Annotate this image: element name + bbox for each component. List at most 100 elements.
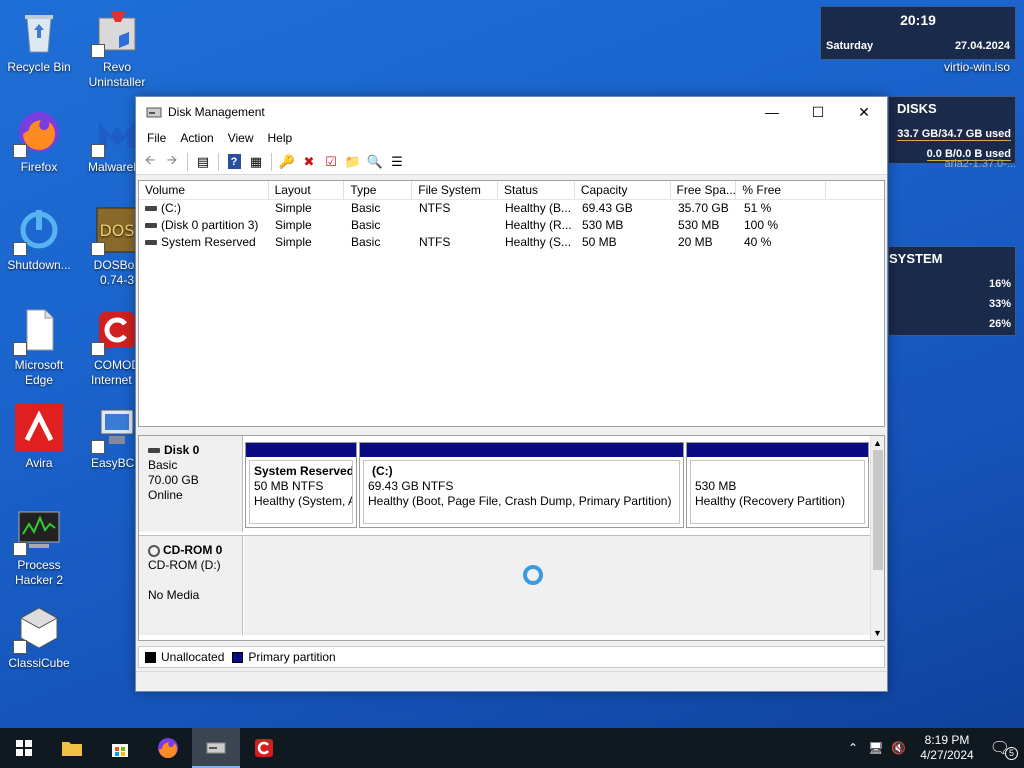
menu-help[interactable]: Help bbox=[261, 131, 300, 145]
desktop-icon-process-hacker[interactable]: Process Hacker 2 bbox=[1, 506, 77, 588]
desktop-icon-shutdown[interactable]: Shutdown... bbox=[1, 206, 77, 273]
volume-list-header: Volume Layout Type File System Status Ca… bbox=[139, 181, 884, 200]
cell-type: Basic bbox=[351, 235, 381, 249]
partition-system-reserved[interactable]: System Reserved 50 MB NTFS Healthy (Syst… bbox=[245, 442, 357, 528]
explore-icon[interactable]: 🔍 bbox=[365, 152, 385, 172]
desktop-icon-recycle-bin[interactable]: Recycle Bin bbox=[1, 8, 77, 75]
desktop-icon-label: Firefox bbox=[20, 160, 58, 174]
show-hide-console-tree-icon[interactable]: ▤ bbox=[193, 152, 213, 172]
firefox-taskbar-button[interactable] bbox=[144, 728, 192, 768]
disk-0-label[interactable]: Disk 0 Basic 70.00 GB Online bbox=[139, 436, 243, 532]
partition-recovery[interactable]: 530 MB Healthy (Recovery Partition) bbox=[686, 442, 869, 528]
toolbar: 🡨 🡪 ▤ ? ▦ 🔑 ✖ ☑ 📁 🔍 ☰ bbox=[136, 149, 887, 175]
disk-view-scrollbar[interactable]: ▲ ▼ bbox=[870, 436, 884, 640]
delete-icon[interactable]: ✖ bbox=[299, 152, 319, 172]
desktop-icon-firefox[interactable]: Firefox bbox=[1, 108, 77, 175]
maximize-button[interactable]: ☐ bbox=[795, 97, 841, 127]
menu-view[interactable]: View bbox=[221, 131, 261, 145]
system-tray: ⌃ 🖥 🔇 8:19 PM 4/27/2024 🗨 5 bbox=[842, 728, 1024, 768]
system-value-1: 16% bbox=[988, 278, 1011, 290]
list-view-icon[interactable]: ☰ bbox=[387, 152, 407, 172]
cdrom-0-name: CD-ROM 0 bbox=[163, 543, 223, 557]
volume-muted-icon[interactable]: 🔇 bbox=[887, 741, 910, 755]
scroll-up-icon[interactable]: ▲ bbox=[871, 436, 884, 450]
table-row[interactable]: (C:) Simple Basic NTFS Healthy (B... 69.… bbox=[139, 200, 884, 217]
partition-detail: 50 MB NTFS bbox=[254, 479, 324, 493]
desktop-icon-label: Microsoft Edge bbox=[14, 358, 64, 387]
cell-layout: Simple bbox=[275, 218, 312, 232]
desktop-icon-edge[interactable]: Microsoft Edge bbox=[1, 306, 77, 388]
column-header-layout[interactable]: Layout bbox=[269, 181, 345, 199]
disk-management-taskbar-button[interactable] bbox=[192, 728, 240, 768]
folder-icon bbox=[62, 742, 82, 756]
taskbar: ⌃ 🖥 🔇 8:19 PM 4/27/2024 🗨 5 bbox=[0, 728, 1024, 768]
cell-volume: System Reserved bbox=[161, 235, 256, 249]
title-bar[interactable]: Disk Management — ☐ ✕ bbox=[136, 97, 887, 127]
network-icon[interactable]: 🖥 bbox=[864, 741, 887, 755]
forward-icon[interactable]: 🡪 bbox=[162, 152, 182, 172]
cell-status: Healthy (B... bbox=[505, 201, 572, 215]
store-taskbar-button[interactable] bbox=[96, 728, 144, 768]
legend-primary: Primary partition bbox=[248, 650, 336, 664]
firefox-icon bbox=[158, 738, 178, 758]
show-hide-action-pane-icon[interactable]: ▦ bbox=[246, 152, 266, 172]
open-icon[interactable]: 📁 bbox=[343, 152, 363, 172]
column-header-type[interactable]: Type bbox=[344, 181, 413, 199]
column-header-file-system[interactable]: File System bbox=[412, 181, 499, 199]
comodo-taskbar-button[interactable] bbox=[240, 728, 288, 768]
desktop-icon-label: Revo Uninstaller bbox=[88, 60, 146, 89]
column-header-percent-free[interactable]: % Free bbox=[736, 181, 827, 199]
show-hidden-icons-icon[interactable]: ⌃ bbox=[842, 741, 864, 755]
back-icon[interactable]: 🡨 bbox=[140, 152, 160, 172]
column-header-status[interactable]: Status bbox=[498, 181, 575, 199]
column-header-volume[interactable]: Volume bbox=[139, 181, 269, 199]
connect-virtual-disk-icon[interactable]: 🔑 bbox=[277, 152, 297, 172]
desktop-file-label[interactable]: virtio-win.iso bbox=[938, 60, 1016, 74]
desktop-file-label[interactable]: aria2-1.37.0-... bbox=[892, 158, 1016, 170]
menu-file[interactable]: File bbox=[140, 131, 173, 145]
disks-line-1: 33.7 GB/34.7 GB used bbox=[897, 128, 1011, 141]
comodo-icon bbox=[255, 739, 273, 757]
file-explorer-taskbar-button[interactable] bbox=[48, 728, 96, 768]
volume-icon bbox=[145, 223, 157, 229]
volume-list: Volume Layout Type File System Status Ca… bbox=[138, 180, 885, 427]
store-icon bbox=[112, 744, 128, 757]
system-value-2: 33% bbox=[988, 298, 1011, 310]
partition-c[interactable]: (C:) 69.43 GB NTFS Healthy (Boot, Page F… bbox=[359, 442, 684, 528]
desktop-icon-label: Avira bbox=[25, 456, 53, 470]
windows-icon bbox=[16, 740, 32, 756]
cdrom-0-area[interactable] bbox=[244, 536, 872, 635]
primary-partition-swatch bbox=[232, 651, 244, 663]
help-icon[interactable]: ? bbox=[224, 152, 244, 172]
desktop-icon-classicube[interactable]: ClassiCube bbox=[1, 604, 77, 671]
table-row[interactable]: System Reserved Simple Basic NTFS Health… bbox=[139, 234, 884, 251]
partition-name: System Reserved bbox=[254, 464, 353, 478]
scroll-down-icon[interactable]: ▼ bbox=[871, 626, 884, 640]
properties-icon[interactable]: ☑ bbox=[321, 152, 341, 172]
volume-icon bbox=[145, 240, 157, 246]
disk-0-size: 70.00 GB bbox=[148, 473, 199, 487]
column-header-free-space[interactable]: Free Spa... bbox=[671, 181, 737, 199]
disk-0-row: Disk 0 Basic 70.00 GB Online System Rese… bbox=[139, 436, 872, 532]
notifications-icon[interactable]: 🗨 5 bbox=[984, 738, 1024, 760]
minimize-button[interactable]: — bbox=[749, 97, 795, 127]
table-row[interactable]: (Disk 0 partition 3) Simple Basic Health… bbox=[139, 217, 884, 234]
malwarebytes-icon bbox=[91, 108, 141, 158]
desktop-icon-revo[interactable]: Revo Uninstaller bbox=[79, 8, 155, 90]
scrollbar-thumb[interactable] bbox=[873, 450, 883, 570]
taskbar-time: 8:19 PM bbox=[924, 733, 970, 747]
column-header-capacity[interactable]: Capacity bbox=[575, 181, 671, 199]
system-gadget: SYSTEM 16% 33% 26% bbox=[888, 246, 1016, 336]
taskbar-clock[interactable]: 8:19 PM 4/27/2024 bbox=[910, 733, 983, 763]
cell-free-space: 20 MB bbox=[678, 235, 713, 249]
close-button[interactable]: ✕ bbox=[841, 97, 887, 127]
cell-percent-free: 51 % bbox=[744, 201, 772, 215]
disk-icon bbox=[148, 448, 160, 454]
menu-action[interactable]: Action bbox=[173, 131, 220, 145]
start-button[interactable] bbox=[0, 728, 48, 768]
cdrom-0-label[interactable]: CD-ROM 0 CD-ROM (D:) No Media bbox=[139, 536, 243, 635]
cdrom-0-type: CD-ROM (D:) bbox=[148, 558, 221, 572]
legend-unallocated: Unallocated bbox=[161, 650, 225, 664]
status-bar bbox=[136, 671, 887, 691]
desktop-icon-avira[interactable]: Avira bbox=[1, 404, 77, 471]
